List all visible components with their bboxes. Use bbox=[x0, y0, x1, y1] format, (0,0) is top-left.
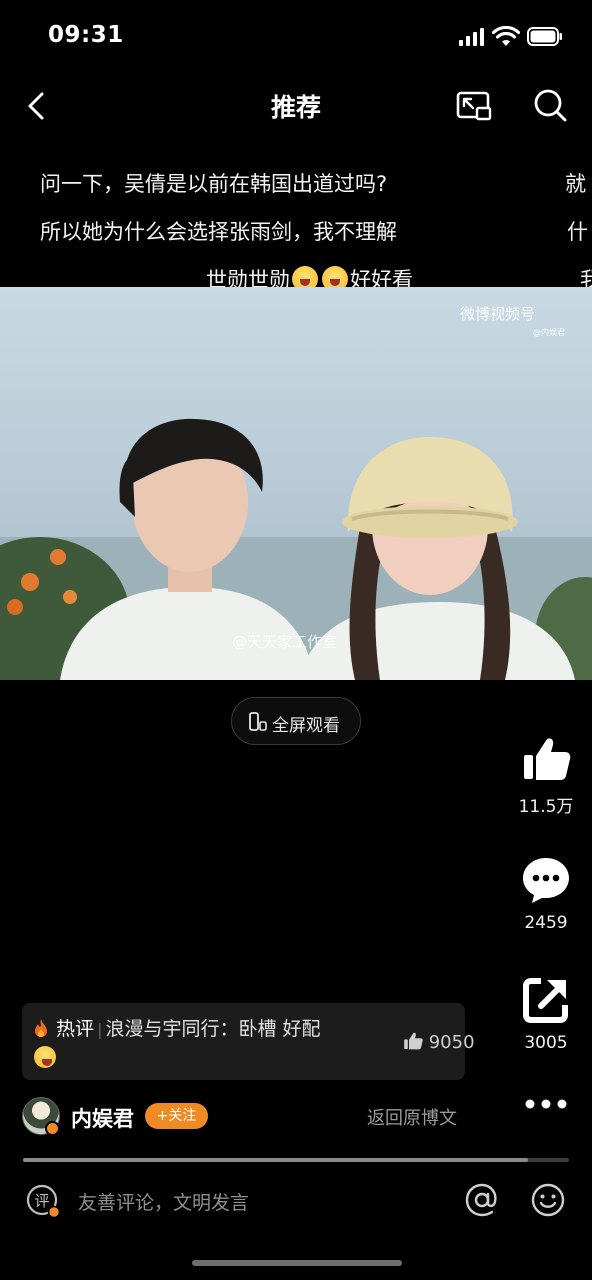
video-progress-bar[interactable] bbox=[23, 1158, 569, 1162]
search-icon[interactable] bbox=[531, 86, 569, 124]
back-to-original-link[interactable]: 返回原博文 bbox=[367, 1104, 457, 1130]
separator: | bbox=[97, 1020, 103, 1039]
share-icon bbox=[523, 978, 568, 1023]
video-player[interactable]: 微博视频号 @内娱君 @天天家工作室 bbox=[0, 287, 592, 680]
laughing-emoji-icon bbox=[34, 1046, 56, 1068]
studio-watermark: @天天家工作室 bbox=[232, 633, 338, 651]
watermark-account: @内娱君 bbox=[533, 328, 565, 337]
hot-comment-tag: 热评 bbox=[56, 1018, 95, 1040]
video-progress-fill bbox=[23, 1158, 529, 1162]
like-button[interactable]: 11.5万 bbox=[512, 734, 580, 817]
danmaku-item: 所以她为什么会选择张雨剑，我不理解 bbox=[40, 220, 397, 244]
danmaku-item: 问一下，吴倩是以前在韩国出道过吗? bbox=[40, 172, 388, 196]
status-time: 09:31 bbox=[48, 22, 124, 48]
video-frame bbox=[0, 418, 592, 680]
fullscreen-button[interactable]: 全屏观看 bbox=[231, 697, 361, 745]
battery-icon bbox=[527, 27, 562, 46]
page-title: 推荐 bbox=[270, 93, 321, 122]
header: 推荐 bbox=[0, 74, 592, 138]
comment-input[interactable]: 友善评论，文明发言 bbox=[78, 1188, 249, 1215]
weibo-video-watermark: 微博视频号 bbox=[460, 305, 536, 323]
comment-bubble-icon bbox=[523, 858, 569, 903]
like-count: 11.5万 bbox=[518, 797, 574, 817]
danmaku-item: 什 bbox=[567, 220, 588, 244]
follow-button[interactable]: +关注 bbox=[145, 1103, 208, 1129]
comment-button[interactable]: 2459 bbox=[512, 855, 580, 933]
fullscreen-label: 全屏观看 bbox=[272, 716, 340, 736]
danmaku-item: 就 bbox=[565, 172, 586, 196]
comment-edit-icon[interactable]: 评 bbox=[25, 1183, 61, 1219]
more-options-icon[interactable] bbox=[524, 1098, 568, 1110]
status-bar: 09:31 bbox=[0, 0, 592, 74]
comment-count: 2459 bbox=[524, 913, 568, 933]
fire-icon bbox=[35, 1019, 47, 1037]
hot-comment-line: 热评 | 浪漫与宇同行：卧槽 好配 bbox=[32, 1014, 321, 1041]
emoji-icon[interactable] bbox=[530, 1182, 566, 1218]
thumbs-up-icon bbox=[404, 1032, 423, 1050]
at-mention-icon[interactable] bbox=[464, 1182, 500, 1218]
hot-comment-text: 浪漫与宇同行：卧槽 好配 bbox=[105, 1018, 321, 1040]
wifi-icon bbox=[492, 26, 520, 46]
share-button[interactable]: 3005 bbox=[512, 975, 580, 1053]
picture-in-picture-icon[interactable] bbox=[455, 88, 493, 124]
share-count: 3005 bbox=[524, 1033, 568, 1053]
hot-comment-like-button[interactable]: 9050 bbox=[403, 1031, 475, 1053]
cellular-signal-icon bbox=[459, 28, 485, 46]
svg-text:评: 评 bbox=[34, 1192, 49, 1210]
rotate-phone-icon bbox=[249, 712, 267, 731]
author-name[interactable]: 内娱君 bbox=[71, 1103, 134, 1133]
hot-comment-card[interactable]: 热评 | 浪漫与宇同行：卧槽 好配 9050 bbox=[22, 1003, 475, 1080]
hot-comment-like-count: 9050 bbox=[428, 1032, 475, 1053]
thumbs-up-icon bbox=[524, 738, 571, 780]
home-indicator bbox=[192, 1260, 402, 1266]
verified-badge-icon bbox=[45, 1121, 60, 1136]
